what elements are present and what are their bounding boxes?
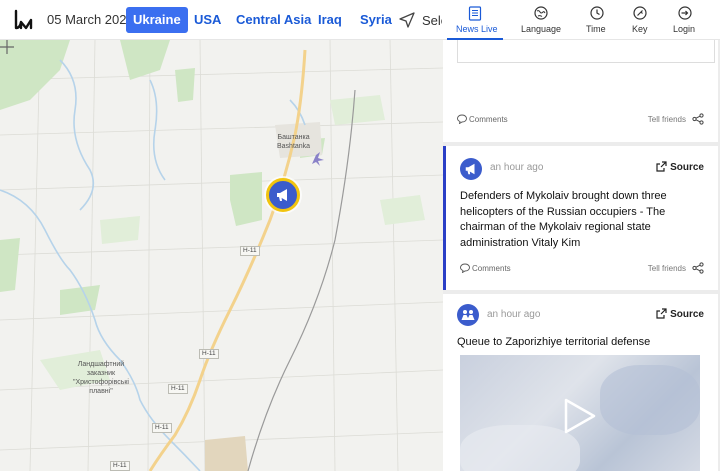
news-card: Comments Tell friends [443, 40, 718, 142]
megaphone-icon [277, 189, 287, 201]
nav-central-asia[interactable]: Central Asia [236, 12, 311, 27]
town-label: Баштанка Bashtanka [277, 133, 310, 151]
comment-icon [460, 263, 470, 274]
login-icon [678, 6, 692, 20]
news-card[interactable]: an hour ago Source Queue to Zaporizhiye … [443, 294, 718, 471]
card-meta-row: Comments Tell friends [460, 262, 704, 278]
reserve-label-line: плавні" [89, 388, 113, 395]
menu-key-label: Key [632, 24, 648, 34]
road-shield-h11: H-11 [168, 384, 188, 394]
active-tab-underline [447, 38, 503, 40]
road-shield-h11: H-11 [240, 246, 260, 256]
menu-key[interactable]: Key [628, 0, 652, 40]
key-icon [633, 6, 647, 20]
reserve-label: Ландшафтний заказник "Христофорівські пл… [60, 360, 142, 396]
reserve-label-line: заказник [86, 370, 116, 377]
source-label: Source [670, 162, 704, 173]
people-icon [461, 310, 475, 320]
share-icon[interactable] [692, 113, 704, 125]
top-bar: 05 March 2022 Ukraine USA Central Asia I… [0, 0, 720, 40]
navigation-arrow-icon [399, 12, 415, 28]
tell-friends-label: Tell friends [647, 264, 686, 273]
town-label-latin: Bashtanka [277, 143, 311, 150]
card-headline[interactable]: Defenders of Mykolaiv brought down three… [460, 189, 708, 251]
menu-news-live[interactable]: News Live [447, 0, 503, 40]
region-select[interactable]: Select [398, 10, 442, 32]
road-shield-h11: H-11 [199, 349, 219, 359]
card-time: an hour ago [490, 162, 544, 173]
logo-icon[interactable] [12, 8, 36, 32]
menu-login[interactable]: Login [670, 0, 700, 40]
nav-syria[interactable]: Syria [360, 12, 392, 27]
source-link[interactable]: Source [656, 161, 704, 173]
current-date: 05 March 2022 [47, 12, 134, 27]
clock-icon [590, 6, 604, 20]
reserve-label-line: Ландшафтний [77, 361, 125, 368]
tell-friends-label: Tell friends [647, 115, 686, 124]
region-select-label: Select [422, 13, 442, 28]
menu-time[interactable]: Time [582, 0, 612, 40]
source-link[interactable]: Source [656, 308, 704, 320]
card-headline[interactable]: Queue to Zaporizhiye territorial defense [457, 335, 708, 351]
news-map-marker[interactable] [266, 178, 300, 212]
share-icon[interactable] [692, 262, 704, 274]
road-shield-h11: H-11 [152, 423, 172, 433]
news-icon [468, 6, 482, 21]
card-meta-row: Comments Tell friends [457, 113, 704, 129]
nav-usa[interactable]: USA [194, 12, 221, 27]
source-label: Source [670, 309, 704, 320]
news-card[interactable]: an hour ago Source Defenders of Mykolaiv… [443, 146, 718, 290]
nav-ukraine[interactable]: Ukraine [126, 7, 188, 33]
reserve-label-line: "Христофорівські [73, 379, 129, 386]
play-icon[interactable] [563, 397, 597, 435]
nav-iraq[interactable]: Iraq [318, 12, 342, 27]
news-feed[interactable]: Comments Tell friends an hour ago Source [443, 40, 720, 471]
crosshair-icon [0, 40, 14, 54]
comments-link[interactable]: Comments [457, 114, 508, 125]
card-avatar [460, 158, 482, 180]
language-icon [534, 6, 548, 20]
video-thumbnail [600, 365, 700, 435]
menu-time-label: Time [586, 24, 606, 34]
comments-label: Comments [472, 264, 511, 273]
comment-icon [457, 114, 467, 125]
menu-login-label: Login [673, 24, 696, 34]
comments-label: Comments [469, 115, 508, 124]
road-shield-h11: H-11 [110, 461, 130, 471]
map-view[interactable]: Баштанка Bashtanka H-11 H-11 H-11 H-11 H… [0, 40, 443, 471]
video-player[interactable] [460, 355, 700, 471]
media-placeholder [457, 40, 715, 63]
external-link-icon [656, 161, 667, 172]
video-thumbnail [460, 425, 580, 471]
menu-language-label: Language [521, 24, 562, 34]
comments-link[interactable]: Comments [460, 263, 511, 274]
menu-language[interactable]: Language [517, 0, 565, 40]
card-time: an hour ago [487, 309, 541, 320]
external-link-icon [656, 308, 667, 319]
card-avatar [457, 304, 479, 326]
megaphone-icon [465, 163, 475, 175]
menu-news-live-label: News Live [456, 24, 498, 34]
map-canvas [0, 40, 443, 471]
town-label-cyrillic: Баштанка [277, 134, 310, 141]
